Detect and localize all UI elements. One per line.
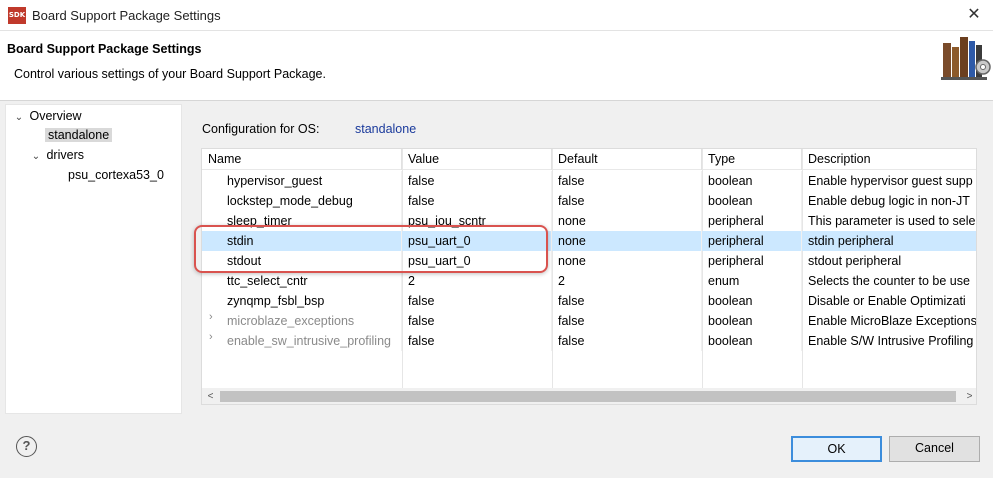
cell-name: stdout bbox=[202, 251, 402, 271]
cell-type: boolean bbox=[702, 311, 802, 331]
cell-default: false bbox=[552, 331, 702, 351]
table-row-selected[interactable]: stdin psu_uart_0 none peripheral stdin p… bbox=[202, 231, 976, 251]
table-header: Name Value Default Type Description bbox=[202, 149, 976, 170]
header-title: Board Support Package Settings bbox=[7, 42, 202, 56]
close-button[interactable]: ✕ bbox=[963, 5, 985, 25]
tree-item-standalone[interactable]: standalone bbox=[45, 125, 113, 145]
bsp-books-gear-icon bbox=[941, 37, 991, 80]
tree-item-label: standalone bbox=[45, 128, 113, 142]
table-row[interactable]: hypervisor_guest false false boolean Ena… bbox=[202, 171, 976, 191]
cell-type: peripheral bbox=[702, 211, 802, 231]
cell-default: false bbox=[552, 171, 702, 191]
scrollbar-thumb[interactable] bbox=[220, 391, 956, 402]
cell-value[interactable]: false bbox=[402, 291, 552, 311]
cell-value[interactable]: false bbox=[402, 311, 552, 331]
horizontal-scrollbar[interactable]: < > bbox=[202, 388, 976, 404]
cell-name: enable_sw_intrusive_profiling bbox=[202, 331, 402, 351]
cell-name: microblaze_exceptions bbox=[202, 311, 402, 331]
cell-default: false bbox=[552, 311, 702, 331]
cell-type: boolean bbox=[702, 331, 802, 351]
cell-description: This parameter is used to sele bbox=[802, 211, 976, 231]
cell-name: lockstep_mode_debug bbox=[202, 191, 402, 211]
cell-value[interactable]: psu_iou_scntr bbox=[402, 211, 552, 231]
cell-description: Enable hypervisor guest supp bbox=[802, 171, 976, 191]
cell-description: stdin peripheral bbox=[802, 231, 976, 251]
sdk-app-icon: SDK bbox=[8, 7, 26, 24]
scroll-left-arrow-icon[interactable]: < bbox=[202, 388, 219, 404]
table-row[interactable]: sleep_timer psu_iou_scntr none periphera… bbox=[202, 211, 976, 231]
cell-value[interactable]: false bbox=[402, 331, 552, 351]
cell-description: Selects the counter to be use bbox=[802, 271, 976, 291]
cell-description: stdout peripheral bbox=[802, 251, 976, 271]
collapse-chevron-icon[interactable]: ⌄ bbox=[12, 108, 26, 128]
bsp-tree: ⌄ Overview standalone ⌄ drivers psu_cort… bbox=[5, 104, 182, 414]
cell-type: boolean bbox=[702, 171, 802, 191]
ok-button[interactable]: OK bbox=[791, 436, 882, 462]
collapse-chevron-icon[interactable]: ⌄ bbox=[29, 147, 43, 167]
tree-item-label: Overview bbox=[29, 109, 82, 123]
cell-description: Disable or Enable Optimizati bbox=[802, 291, 976, 311]
table-row[interactable]: lockstep_mode_debug false false boolean … bbox=[202, 191, 976, 211]
table-row[interactable]: ttc_select_cntr 2 2 enum Selects the cou… bbox=[202, 271, 976, 291]
column-header-default[interactable]: Default bbox=[552, 149, 702, 170]
config-os-label: Configuration for OS: bbox=[202, 122, 320, 136]
title-bar: SDK Board Support Package Settings ✕ bbox=[0, 0, 993, 31]
cell-name: zynqmp_fsbl_bsp bbox=[202, 291, 402, 311]
cell-default: false bbox=[552, 191, 702, 211]
cell-value[interactable]: psu_uart_0 bbox=[402, 231, 552, 251]
table-row[interactable]: stdout psu_uart_0 none peripheral stdout… bbox=[202, 251, 976, 271]
help-icon[interactable]: ? bbox=[16, 436, 37, 457]
config-os-value: standalone bbox=[355, 122, 417, 136]
cell-default: none bbox=[552, 251, 702, 271]
tree-item-label: drivers bbox=[46, 148, 84, 162]
cancel-button[interactable]: Cancel bbox=[889, 436, 980, 462]
table-row[interactable]: › enable_sw_intrusive_profiling false fa… bbox=[202, 331, 976, 351]
window-title: Board Support Package Settings bbox=[32, 8, 221, 23]
scroll-right-arrow-icon[interactable]: > bbox=[961, 388, 976, 404]
cell-name: ttc_select_cntr bbox=[202, 271, 402, 291]
cell-type: peripheral bbox=[702, 231, 802, 251]
column-header-value[interactable]: Value bbox=[402, 149, 552, 170]
tree-item-drivers[interactable]: ⌄ drivers bbox=[29, 145, 84, 165]
settings-table: Name Value Default Type Description hype… bbox=[201, 148, 977, 405]
dialog-header: Board Support Package Settings Control v… bbox=[0, 31, 993, 101]
column-header-type[interactable]: Type bbox=[702, 149, 802, 170]
cell-type: boolean bbox=[702, 291, 802, 311]
cell-name: hypervisor_guest bbox=[202, 171, 402, 191]
cell-description: Enable debug logic in non-JT bbox=[802, 191, 976, 211]
cell-name: sleep_timer bbox=[202, 211, 402, 231]
cell-name: stdin bbox=[202, 231, 402, 251]
cell-value[interactable]: false bbox=[402, 171, 552, 191]
cell-value[interactable]: false bbox=[402, 191, 552, 211]
header-description: Control various settings of your Board S… bbox=[14, 67, 326, 81]
tree-item-overview[interactable]: ⌄ Overview bbox=[12, 106, 82, 126]
cell-default: none bbox=[552, 211, 702, 231]
cell-type: boolean bbox=[702, 191, 802, 211]
cell-description: Enable S/W Intrusive Profiling bbox=[802, 331, 976, 351]
cell-default: false bbox=[552, 291, 702, 311]
cell-value[interactable]: 2 bbox=[402, 271, 552, 291]
table-row[interactable]: zynqmp_fsbl_bsp false false boolean Disa… bbox=[202, 291, 976, 311]
table-row[interactable]: › microblaze_exceptions false false bool… bbox=[202, 311, 976, 331]
cell-default: none bbox=[552, 231, 702, 251]
column-header-description[interactable]: Description bbox=[802, 149, 976, 170]
column-header-name[interactable]: Name bbox=[202, 149, 402, 170]
tree-item-psu-cortexa53-0[interactable]: psu_cortexa53_0 bbox=[68, 165, 164, 185]
cell-description: Enable MicroBlaze Exceptions bbox=[802, 311, 976, 331]
cell-type: enum bbox=[702, 271, 802, 291]
cell-type: peripheral bbox=[702, 251, 802, 271]
cell-default: 2 bbox=[552, 271, 702, 291]
cell-value[interactable]: psu_uart_0 bbox=[402, 251, 552, 271]
tree-item-label: psu_cortexa53_0 bbox=[68, 168, 164, 182]
